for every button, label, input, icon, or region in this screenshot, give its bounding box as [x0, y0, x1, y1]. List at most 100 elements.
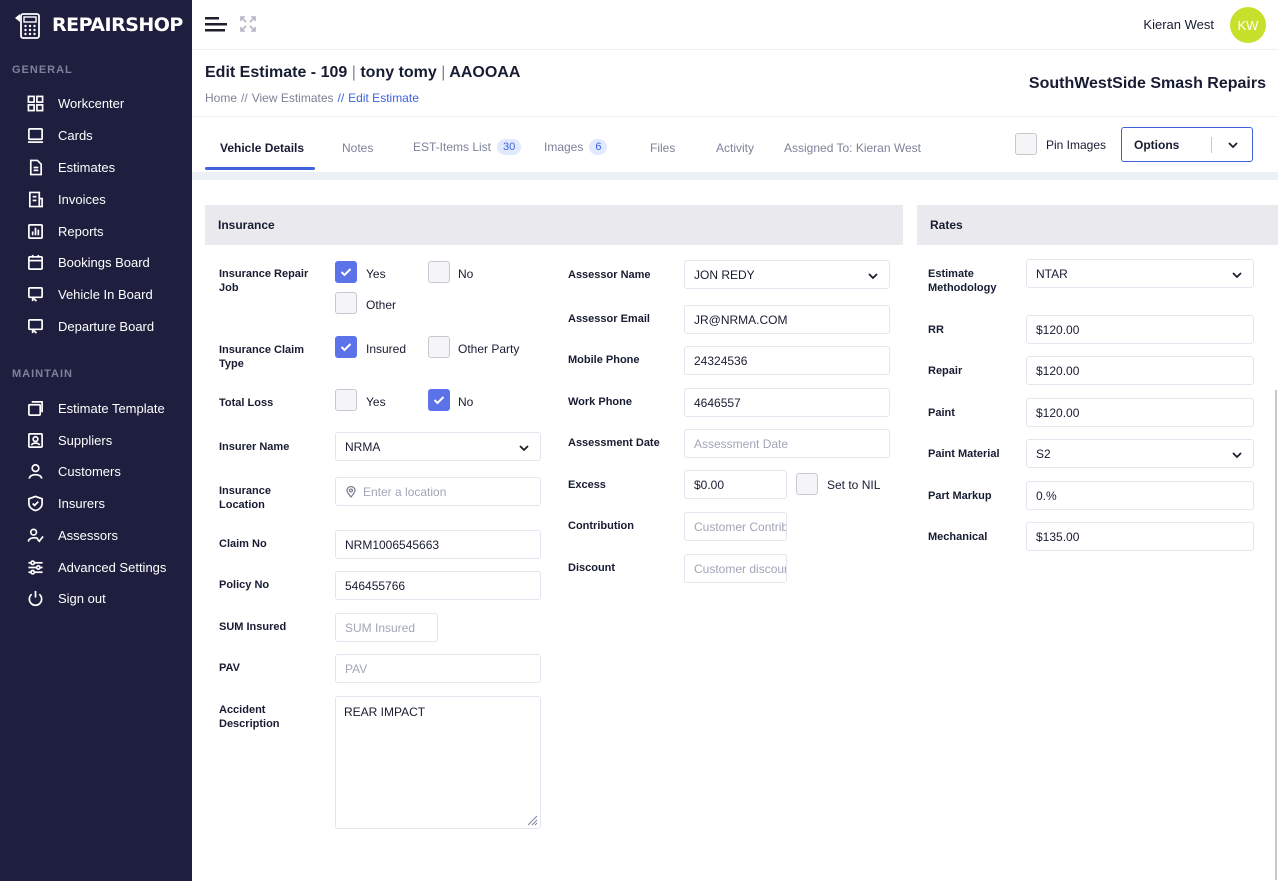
location-placeholder: Enter a location — [363, 484, 447, 499]
app-logo[interactable]: REPAIRSHOP — [12, 8, 183, 42]
estimate-methodology-select[interactable]: NTAR — [1026, 259, 1254, 288]
accident-description-value: REAR IMPACT — [344, 705, 426, 719]
sidebar-item-estimates[interactable]: Estimates — [26, 156, 115, 178]
total-loss-no-checkbox[interactable] — [428, 389, 450, 411]
company-name: SouthWestSide Smash Repairs — [1028, 75, 1266, 92]
sidebar-item-label: Bookings Board — [58, 254, 150, 270]
contribution-input[interactable]: Customer Contrib — [684, 512, 787, 541]
sidebar-item-vehicle-in-board[interactable]: Vehicle In Board — [26, 283, 153, 305]
tab-images[interactable]: Images 6 — [544, 139, 608, 155]
user-name[interactable]: Kieran West — [1143, 17, 1214, 32]
fullscreen-icon[interactable] — [240, 16, 256, 32]
sidebar-item-label: Workcenter — [58, 95, 125, 111]
part-markup-input[interactable]: 0.% — [1026, 481, 1254, 510]
estimate-methodology-label: Estimate Methodology — [928, 268, 997, 294]
repair-job-no-checkbox[interactable] — [428, 261, 450, 283]
contact-icon — [26, 431, 44, 449]
breadcrumb-view-estimates[interactable]: View Estimates — [252, 91, 334, 105]
insurer-name-label: Insurer Name — [219, 441, 290, 453]
claim-type-other-party-checkbox[interactable] — [428, 336, 450, 358]
mechanical-input[interactable]: $135.00 — [1026, 522, 1254, 551]
section-title-general: GENERAL — [12, 64, 73, 76]
assessor-name-label: Assessor Name — [568, 269, 651, 281]
customer-name: tony tomy — [360, 64, 437, 81]
excess-input[interactable]: $0.00 — [684, 470, 787, 499]
assessor-email-input[interactable]: JR@NRMA.COM — [684, 305, 890, 334]
sidebar-item-insurers[interactable]: Insurers — [26, 492, 105, 514]
mobile-phone-input[interactable]: 24324536 — [684, 346, 890, 375]
chart-icon — [26, 222, 44, 240]
sidebar-item-assessors[interactable]: Assessors — [26, 524, 118, 546]
assessor-name-select[interactable]: JON REDY — [684, 260, 890, 289]
pav-label: PAV — [219, 662, 240, 674]
resize-handle-icon[interactable] — [526, 814, 538, 826]
sidebar-item-advanced-settings[interactable]: Advanced Settings — [26, 556, 166, 578]
top-bar: Kieran West KW — [192, 0, 1278, 50]
repair-job-other-checkbox[interactable] — [335, 292, 357, 314]
tab-est-items-list[interactable]: EST-Items List 30 — [413, 139, 522, 155]
tab-label: Files — [650, 141, 676, 155]
sidebar-item-bookings-board[interactable]: Bookings Board — [26, 251, 150, 273]
tab-vehicle-details[interactable]: Vehicle Details — [220, 141, 304, 155]
user-check-icon — [26, 526, 44, 544]
sidebar-item-sign-out[interactable]: Sign out — [26, 587, 106, 609]
claim-no-input[interactable]: NRM1006545663 — [335, 530, 541, 559]
set-to-nil-checkbox[interactable] — [796, 473, 818, 495]
repair-job-no-label: No — [458, 267, 474, 281]
sidebar-item-customers[interactable]: Customers — [26, 460, 121, 482]
sidebar-item-workcenter[interactable]: Workcenter — [26, 92, 124, 114]
sidebar-item-label: Departure Board — [58, 318, 155, 334]
paint-rate-input[interactable]: $120.00 — [1026, 398, 1254, 427]
tab-files[interactable]: Files — [650, 141, 675, 155]
pav-input[interactable]: PAV — [335, 654, 541, 683]
location-pin-icon — [346, 485, 356, 498]
rates-panel-title: Rates — [930, 218, 963, 232]
images-count-badge: 6 — [589, 139, 608, 155]
assessment-date-placeholder: Assessment Date — [694, 436, 789, 451]
tab-notes[interactable]: Notes — [342, 141, 373, 155]
rr-input[interactable]: $120.00 — [1026, 315, 1254, 344]
sidebar-item-label: Reports — [58, 223, 104, 239]
sidebar-item-reports[interactable]: Reports — [26, 220, 104, 242]
policy-no-value: 546455766 — [345, 578, 406, 593]
repair-rate-input[interactable]: $120.00 — [1026, 356, 1254, 385]
repair-rate-label: Repair — [928, 365, 963, 377]
logo-text: REPAIRSHOP — [52, 14, 183, 36]
tab-assigned-to[interactable]: Assigned To: Kieran West — [784, 141, 921, 155]
repair-job-yes-checkbox[interactable] — [335, 261, 357, 283]
menu-toggle-icon[interactable] — [205, 16, 227, 32]
avatar[interactable]: KW — [1230, 7, 1266, 43]
tab-label: Images — [544, 140, 584, 154]
tab-activity[interactable]: Activity — [716, 141, 754, 155]
total-loss-yes-checkbox[interactable] — [335, 389, 357, 411]
tab-label: Activity — [716, 141, 755, 155]
sum-insured-input[interactable]: SUM Insured — [335, 613, 438, 642]
work-phone-input[interactable]: 4646557 — [684, 388, 890, 417]
sidebar-item-estimate-template[interactable]: Estimate Template — [26, 397, 165, 419]
sidebar-item-cards[interactable]: Cards — [26, 124, 93, 146]
mobile-phone-label: Mobile Phone — [568, 354, 640, 366]
assessment-date-input[interactable]: Assessment Date — [684, 429, 890, 458]
discount-input[interactable]: Customer discour — [684, 554, 787, 583]
sidebar-item-suppliers[interactable]: Suppliers — [26, 429, 112, 451]
pin-images-checkbox[interactable] — [1015, 133, 1037, 155]
policy-no-input[interactable]: 546455766 — [335, 571, 541, 600]
insurer-name-select[interactable]: NRMA — [335, 432, 541, 461]
paint-rate-label: Paint — [928, 407, 955, 419]
insurance-location-input[interactable]: Enter a location — [335, 477, 541, 506]
calculator-logo-icon — [15, 13, 40, 39]
discount-label: Discount — [568, 562, 616, 574]
sidebar-item-departure-board[interactable]: Departure Board — [26, 315, 154, 337]
options-divider — [1211, 137, 1212, 153]
scrollbar[interactable] — [1275, 390, 1277, 880]
claim-type-insured-checkbox[interactable] — [335, 336, 357, 358]
accident-description-textarea[interactable]: REAR IMPACT — [335, 696, 541, 829]
rr-value: $120.00 — [1036, 322, 1080, 337]
sidebar-item-invoices[interactable]: Invoices — [26, 188, 106, 210]
paint-material-select[interactable]: S2 — [1026, 439, 1254, 468]
vehicle-rego: AAOOAA — [449, 64, 521, 81]
assessment-date-label: Assessment Date — [568, 437, 660, 449]
options-dropdown[interactable]: Options — [1121, 127, 1253, 162]
breadcrumb-home[interactable]: Home — [205, 91, 237, 105]
grid-icon — [26, 94, 44, 112]
